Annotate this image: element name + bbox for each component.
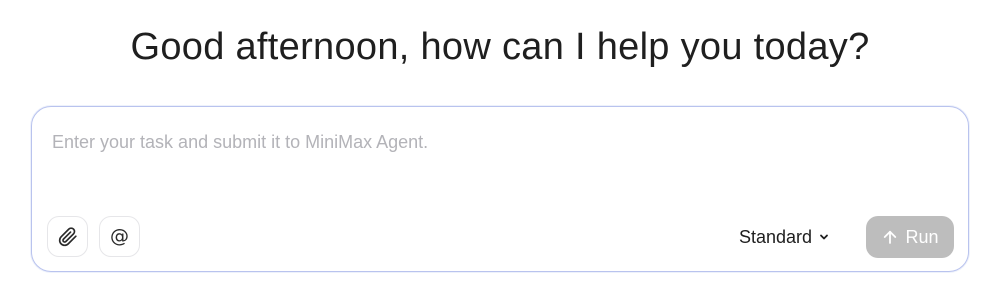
page-greeting: Good afternoon, how can I help you today… (130, 26, 870, 68)
mention-button[interactable]: @ (99, 216, 140, 257)
run-button-label: Run (905, 226, 939, 247)
chevron-down-icon (820, 234, 828, 240)
paperclip-icon (58, 226, 77, 246)
run-button[interactable]: Run (866, 216, 954, 258)
attach-file-button[interactable] (47, 216, 88, 257)
task-composer: @ Standard Run (31, 106, 969, 272)
page: Good afternoon, how can I help you today… (0, 0, 1000, 293)
mode-dropdown[interactable]: Standard (739, 223, 830, 251)
at-sign-icon: @ (110, 225, 129, 247)
mode-label: Standard (739, 226, 813, 247)
task-input[interactable] (52, 127, 932, 157)
arrow-up-icon (884, 230, 897, 244)
